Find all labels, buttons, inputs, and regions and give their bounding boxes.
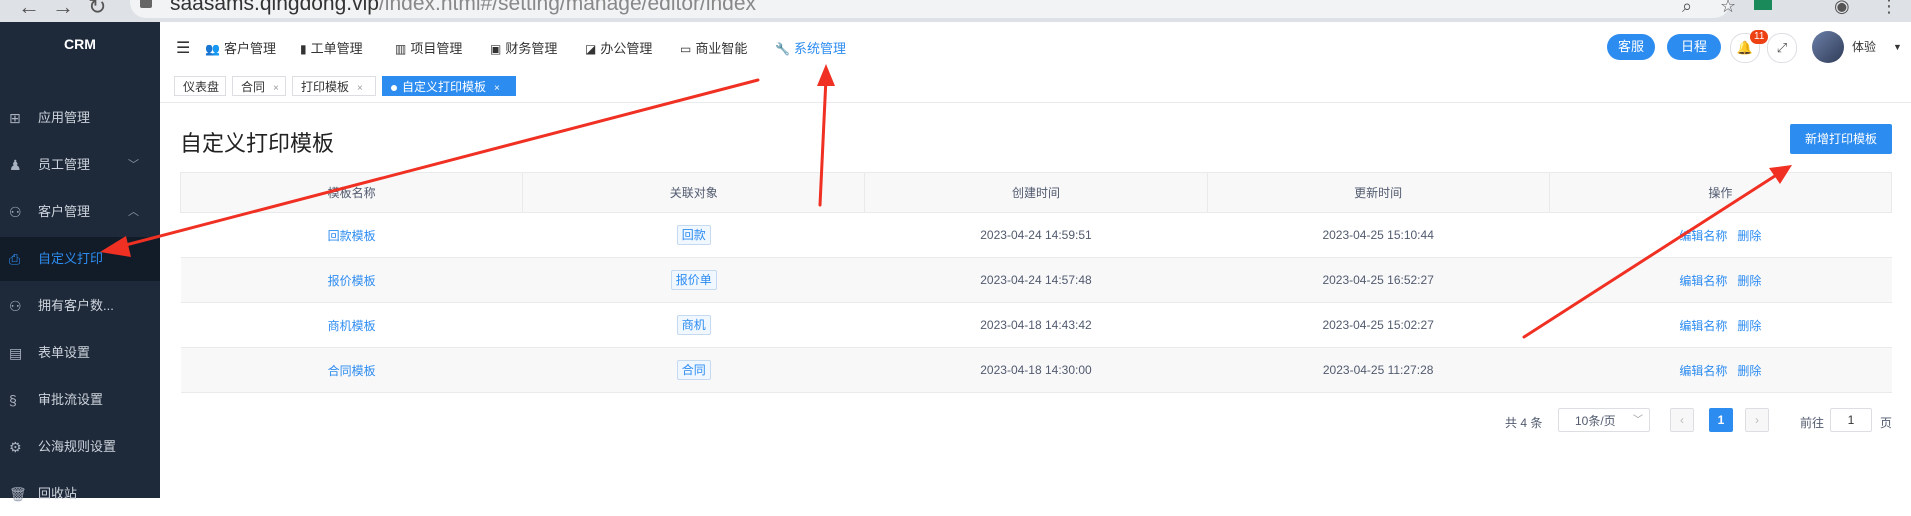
annotation-overlay (100, 64, 1792, 339)
arrow-to-sidebar-print (116, 78, 760, 249)
arrowhead-sidebar (100, 236, 131, 257)
arrowhead-system (817, 64, 835, 86)
arrow-to-add-button (1522, 172, 1780, 339)
arrow-to-system-menu (818, 76, 828, 207)
arrowhead-add (1769, 165, 1792, 184)
